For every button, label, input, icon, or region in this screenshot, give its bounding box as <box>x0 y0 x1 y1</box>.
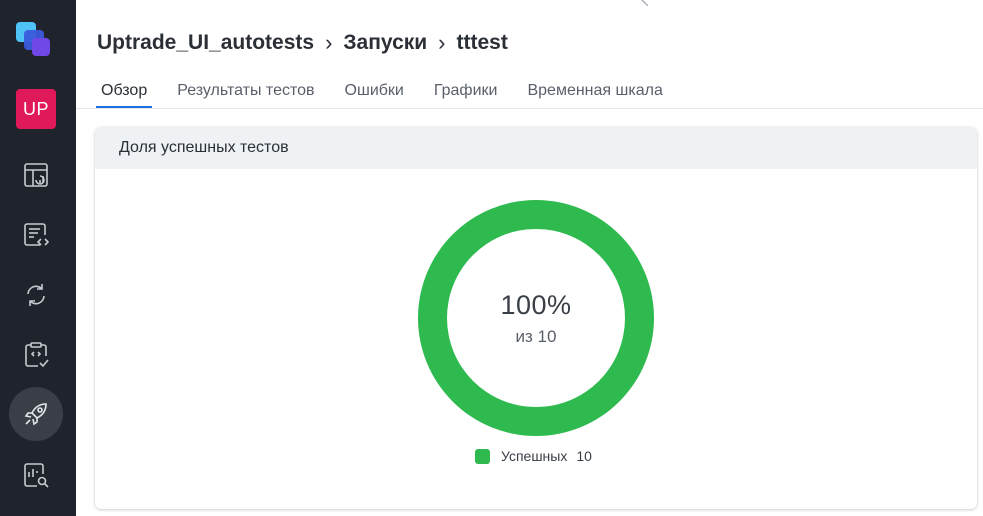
sync-icon[interactable] <box>17 276 55 314</box>
main-content: Uptrade_UI_autotests › Запуски › tttest … <box>76 0 983 516</box>
total-count: из 10 <box>515 326 557 346</box>
breadcrumb-section[interactable]: Запуски <box>343 31 427 55</box>
success-percent: 100% <box>500 289 572 320</box>
breadcrumb-launch: tttest <box>456 31 508 54</box>
tab-bar: Обзор Результаты тестов Ошибки Графики В… <box>96 78 688 108</box>
tab-graphs[interactable]: Графики <box>429 82 503 108</box>
dashboard-icon[interactable] <box>17 156 55 194</box>
project-badge[interactable]: UP <box>16 89 56 129</box>
tab-errors[interactable]: Ошибки <box>340 82 409 108</box>
checklist-icon[interactable] <box>17 336 55 374</box>
legend-swatch[interactable] <box>475 448 490 464</box>
chevron-right-icon: › <box>438 30 446 55</box>
legend-count: 10 <box>576 448 592 464</box>
launches-icon[interactable] <box>9 387 63 441</box>
app-logo-icon[interactable] <box>14 18 58 62</box>
chevron-right-icon: › <box>325 30 333 55</box>
breadcrumb: Uptrade_UI_autotests › Запуски › tttest <box>97 30 508 56</box>
donut-chart: 100% из 10 <box>417 199 655 437</box>
card-title: Доля успешных тестов <box>95 127 977 169</box>
success-rate-card: Доля успешных тестов 100% из 10 Успешных… <box>95 127 977 509</box>
chart-legend: Успешных 10 <box>475 448 592 464</box>
breadcrumb-project[interactable]: Uptrade_UI_autotests <box>97 31 314 55</box>
tabs-divider <box>76 108 983 109</box>
reports-search-icon[interactable] <box>17 456 55 494</box>
donut-center: 100% из 10 <box>417 199 655 437</box>
sidebar: UP <box>0 0 76 516</box>
tab-test-results[interactable]: Результаты тестов <box>172 82 319 108</box>
legend-label[interactable]: Успешных <box>501 448 567 464</box>
cursor-icon <box>641 0 649 6</box>
test-cases-icon[interactable] <box>17 216 55 254</box>
tab-timeline[interactable]: Временная шкала <box>522 82 667 108</box>
tab-overview[interactable]: Обзор <box>96 82 153 108</box>
